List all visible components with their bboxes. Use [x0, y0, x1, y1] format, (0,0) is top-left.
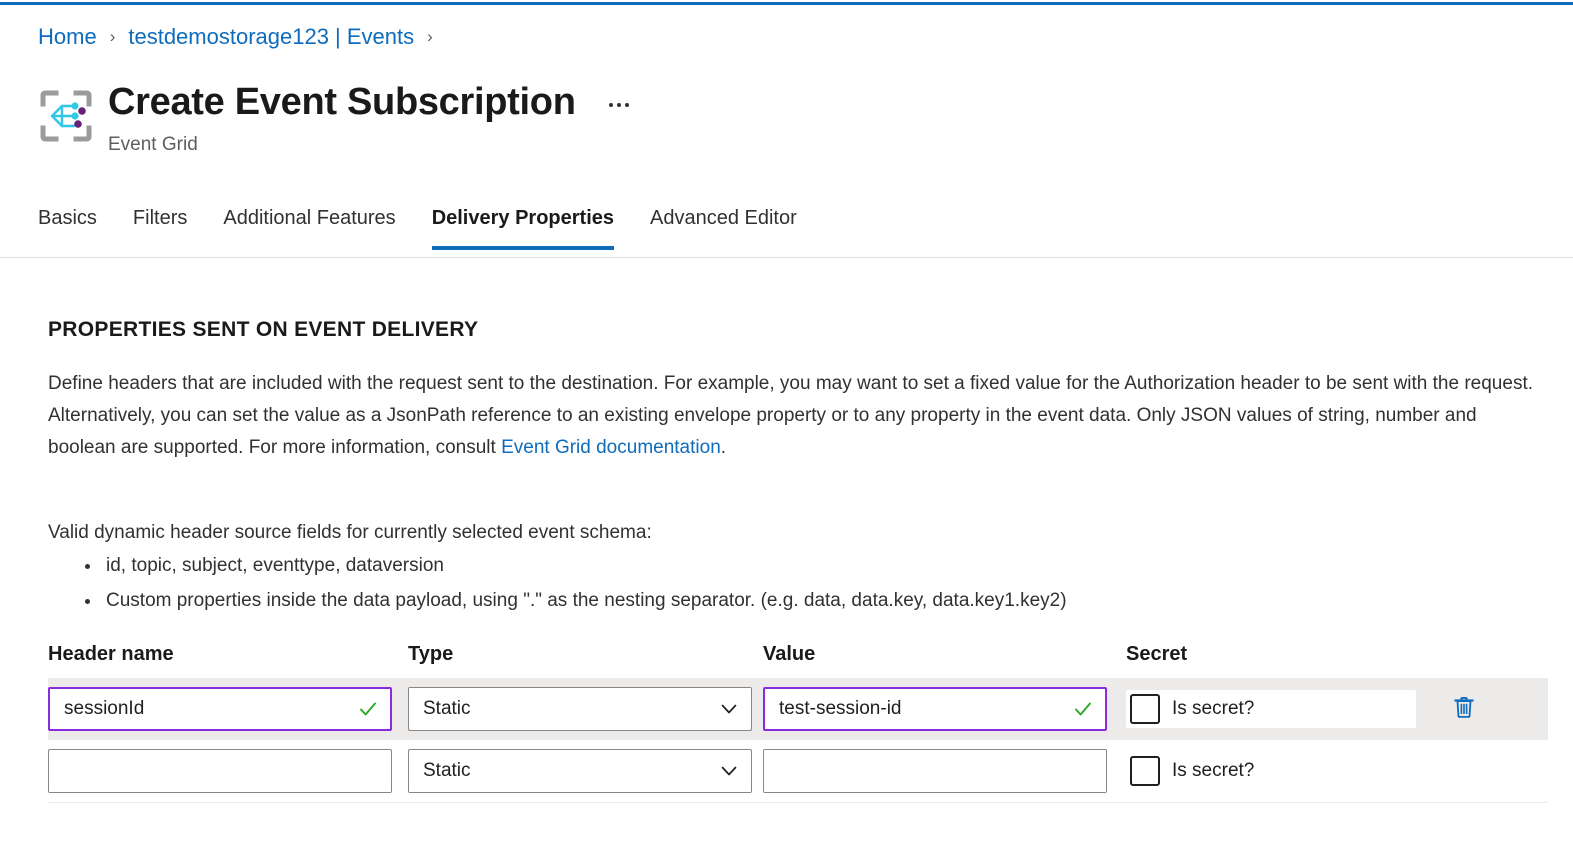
cell-header-name: sessionId	[48, 687, 408, 731]
description-period: .	[721, 437, 726, 458]
breadcrumb-separator-2: ›	[427, 22, 433, 52]
tab-delivery-properties[interactable]: Delivery Properties	[414, 196, 632, 250]
column-header-header-name: Header name	[48, 643, 408, 666]
is-secret-checkbox[interactable]: Is secret?	[1126, 752, 1416, 790]
column-header-type: Type	[408, 643, 763, 666]
cell-type: Static	[408, 687, 763, 731]
delivery-properties-grid: Header name Type Value Secret sessionId	[48, 630, 1548, 802]
valid-fields-list: id, topic, subject, eventtype, dataversi…	[82, 548, 1067, 618]
value-input[interactable]	[763, 749, 1107, 793]
tab-additional-features[interactable]: Additional Features	[205, 196, 413, 250]
more-dot-2	[617, 103, 621, 107]
more-dot-3	[625, 103, 629, 107]
section-description: Define headers that are included with th…	[48, 368, 1548, 464]
tab-basics[interactable]: Basics	[20, 196, 115, 250]
type-select[interactable]: Static	[408, 749, 752, 793]
breadcrumb-separator-1: ›	[110, 22, 116, 52]
type-select[interactable]: Static	[408, 687, 752, 731]
value-input[interactable]: test-session-id	[763, 687, 1107, 731]
breadcrumb-item-home[interactable]: Home	[38, 22, 97, 52]
checkbox-box-icon	[1130, 694, 1160, 724]
page-header: Home › testdemostorage123 | Events ›	[0, 0, 1573, 190]
type-select-value: Static	[423, 698, 471, 720]
valid-check-icon	[358, 699, 378, 719]
chevron-down-icon	[719, 699, 739, 719]
cell-secret: Is secret?	[1126, 690, 1416, 728]
delete-row-button[interactable]	[1444, 689, 1484, 729]
cell-type: Static	[408, 749, 763, 793]
header-name-input[interactable]	[48, 749, 392, 793]
tab-bar: Basics Filters Additional Features Deliv…	[0, 196, 1573, 258]
page-title: Create Event Subscription	[108, 78, 576, 126]
header-name-input-value: sessionId	[64, 698, 144, 720]
grid-bottom-divider	[48, 802, 1548, 803]
more-options-button[interactable]	[602, 91, 636, 119]
title-block: Create Event Subscription Event Grid	[38, 78, 636, 158]
cell-header-name	[48, 749, 408, 793]
event-grid-icon	[38, 88, 94, 144]
cell-value: test-session-id	[763, 687, 1126, 731]
grid-header-row: Header name Type Value Secret	[48, 630, 1548, 678]
cell-value	[763, 749, 1126, 793]
list-item: Custom properties inside the data payloa…	[102, 583, 1067, 618]
description-text: Define headers that are included with th…	[48, 373, 1533, 458]
breadcrumb: Home › testdemostorage123 | Events ›	[38, 22, 446, 52]
event-grid-documentation-link[interactable]: Event Grid documentation	[501, 437, 721, 458]
chevron-down-icon	[719, 761, 739, 781]
value-input-value: test-session-id	[779, 698, 902, 720]
table-row: Static Is secret?	[48, 740, 1548, 802]
cell-secret: Is secret?	[1126, 752, 1416, 790]
column-header-secret: Secret	[1126, 643, 1416, 666]
tab-filters[interactable]: Filters	[115, 196, 205, 250]
page-subtitle: Event Grid	[108, 132, 636, 158]
valid-check-icon	[1073, 699, 1093, 719]
list-item: id, topic, subject, eventtype, dataversi…	[102, 548, 1067, 583]
is-secret-checkbox[interactable]: Is secret?	[1126, 690, 1416, 728]
is-secret-label: Is secret?	[1172, 760, 1254, 782]
table-row: sessionId Static	[48, 678, 1548, 740]
section-title: PROPERTIES SENT ON EVENT DELIVERY	[48, 318, 478, 342]
header-name-input[interactable]: sessionId	[48, 687, 392, 731]
tab-advanced-editor[interactable]: Advanced Editor	[632, 196, 815, 250]
is-secret-label: Is secret?	[1172, 698, 1254, 720]
valid-fields-intro: Valid dynamic header source fields for c…	[48, 518, 652, 548]
breadcrumb-item-events[interactable]: testdemostorage123 | Events	[128, 22, 414, 52]
checkbox-box-icon	[1130, 756, 1160, 786]
cell-actions	[1416, 689, 1536, 729]
more-dot-1	[609, 103, 613, 107]
column-header-value: Value	[763, 643, 1126, 666]
trash-icon	[1451, 694, 1477, 725]
type-select-value: Static	[423, 760, 471, 782]
